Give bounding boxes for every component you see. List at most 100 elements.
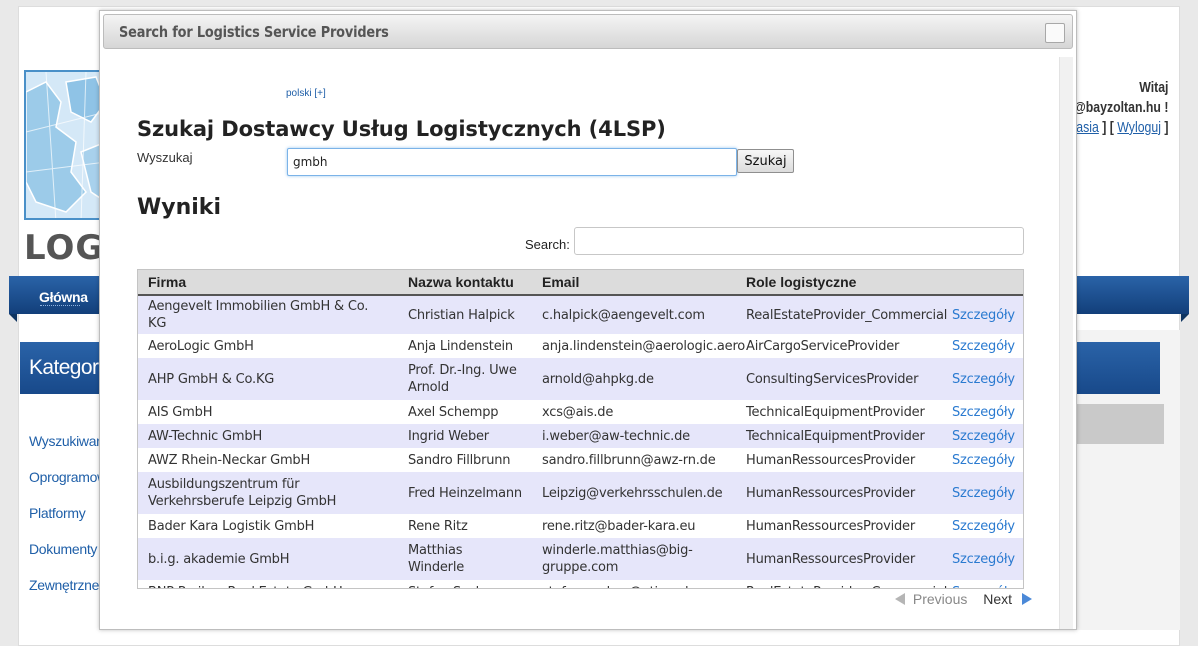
cell-company: AIS GmbH	[138, 400, 398, 424]
results-table: Firma Nazwa kontaktu Email Role logistyc…	[138, 270, 1023, 589]
right-sidebar-box	[1076, 404, 1164, 444]
cell-email: Leipzig@verkehrsschulen.de	[532, 472, 736, 514]
details-link[interactable]: Szczegóły	[952, 308, 1015, 323]
cell-details: Szczegóły	[942, 448, 1023, 472]
previous-button[interactable]: Previous	[913, 591, 967, 607]
cell-email: anja.lindenstein@aerologic.aero	[532, 334, 745, 358]
logo-map-image	[24, 70, 104, 220]
user-email: @bayzoltan.hu !	[1073, 99, 1168, 116]
column-header-firma[interactable]: Firma	[138, 270, 398, 296]
details-link[interactable]: Szczegóły	[952, 372, 1015, 387]
cell-role: HumanRessourcesProvider	[736, 538, 942, 580]
filter-input[interactable]	[574, 227, 1024, 255]
column-header-contact[interactable]: Nazwa kontaktu	[398, 270, 532, 296]
results-table-container: Firma Nazwa kontaktu Email Role logistyc…	[137, 269, 1024, 589]
table-header-row: Firma Nazwa kontaktu Email Role logistyc…	[138, 270, 1023, 296]
user-account-link[interactable]: asia	[1076, 119, 1099, 136]
table-row: BNP Paribas Real Estate GmbHStefan Sachs…	[138, 580, 1023, 589]
nav-item-home[interactable]: Główna	[39, 289, 88, 305]
cell-contact: Rene Ritz	[398, 514, 532, 538]
cell-details: Szczegóły	[942, 358, 1023, 400]
previous-arrow-icon[interactable]	[895, 593, 905, 605]
language-link[interactable]: polski [+]	[286, 88, 326, 99]
search-button[interactable]: Szukaj	[737, 149, 794, 173]
table-row: AHP GmbH & Co.KG Prof. Dr.-Ing. Uwe Arnol…	[138, 358, 1023, 400]
cell-contact: Matthias Winderle	[398, 538, 532, 580]
cell-company: AHP GmbH & Co.KG	[138, 358, 398, 400]
cell-contact: Axel Schempp	[398, 400, 532, 424]
cell-details: Szczegóły	[942, 514, 1023, 538]
cell-details: Szczegóły	[942, 295, 1023, 334]
table-row: b.i.g. akademie GmbH Matthias Winderle win…	[138, 538, 1023, 580]
column-header-actions	[942, 270, 1023, 296]
sidebar-link[interactable]: Oprogramow	[29, 459, 107, 495]
search-input[interactable]	[287, 148, 737, 176]
dialog-scrollbar[interactable]	[1059, 57, 1073, 629]
table-row: Bader Kara Logistik GmbH Rene Ritz rene.ri…	[138, 514, 1023, 538]
cell-contact: Ingrid Weber	[398, 424, 532, 448]
cell-details: Szczegóły	[942, 424, 1023, 448]
cell-email: rene.ritz@bader-kara.eu	[532, 514, 736, 538]
table-row: AWZ Rhein-Neckar GmbH Sandro Fillbrunn san…	[138, 448, 1023, 472]
cell-email: i.weber@aw-technic.de	[532, 424, 736, 448]
sidebar-link[interactable]: Zewnętrzne	[29, 567, 107, 603]
column-header-email[interactable]: Email	[532, 270, 736, 296]
cell-company: AW-Technic GmbH	[138, 424, 398, 448]
cell-contact: Stefan Sachse	[398, 580, 532, 588]
details-link[interactable]: Szczegóły	[952, 519, 1015, 534]
cell-email: stefan.sachse@atisreal.com	[532, 580, 736, 588]
cell-company: BNP Paribas Real Estate GmbH	[138, 580, 398, 588]
details-link[interactable]: Szczegóły	[952, 339, 1015, 354]
search-dialog: Search for Logistics Service Providers p…	[99, 10, 1077, 630]
cell-company: b.i.g. akademie GmbH	[138, 538, 398, 580]
cell-role: HumanRessourcesProvider	[736, 514, 942, 538]
sidebar-links: Wyszukiwan Oprogramow Platformy Dokument…	[29, 423, 107, 603]
cell-company: AWZ Rhein-Neckar GmbH	[138, 448, 398, 472]
table-row: AeroLogic GmbH Anja Lindenstein anja.linde…	[138, 334, 1023, 358]
logout-link[interactable]: Wyloguj	[1117, 119, 1161, 136]
next-arrow-icon[interactable]	[1021, 593, 1032, 605]
results-heading: Wyniki	[137, 195, 221, 220]
cell-contact: Anja Lindenstein	[398, 334, 532, 358]
filter-label: Search:	[525, 237, 570, 252]
cell-contact: Christian Halpick	[398, 295, 532, 334]
details-link[interactable]: Szczegóły	[952, 453, 1015, 468]
dialog-titlebar[interactable]: Search for Logistics Service Providers	[103, 14, 1073, 49]
cell-company: Aengevelt Immobilien GmbH & Co. KG	[138, 295, 398, 334]
table-row: Ausbildungszentrum für Verkehrsberufe Le…	[138, 472, 1023, 514]
close-button[interactable]	[1045, 23, 1065, 43]
user-info: Witaj @bayzoltan.hu ! asia ] [ Wyloguj ]	[1073, 78, 1168, 138]
column-header-role[interactable]: Role logistyczne	[736, 270, 942, 296]
cell-email: arnold@ahpkg.de	[532, 358, 736, 400]
cell-email: sandro.fillbrunn@awz-rn.de	[532, 448, 736, 472]
cell-role: RealEstateProvider_Commercial	[736, 295, 947, 334]
table-row: AIS GmbH Axel Schempp xcs@ais.de TechnicalE…	[138, 400, 1023, 424]
details-link[interactable]: Szczegóły	[952, 585, 1015, 589]
cell-company: AeroLogic GmbH	[138, 334, 398, 358]
cell-details: Szczegóły	[942, 334, 1023, 358]
cell-email: xcs@ais.de	[532, 400, 736, 424]
details-link[interactable]: Szczegóły	[952, 486, 1015, 501]
cell-details: Szczegóły	[942, 400, 1023, 424]
sidebar-link[interactable]: Wyszukiwan	[29, 423, 107, 459]
cell-contact: Fred Heinzelmann	[398, 472, 532, 514]
pagination: Previous Next	[895, 591, 1032, 607]
next-button[interactable]: Next	[983, 591, 1012, 607]
cell-role: TechnicalEquipmentProvider	[736, 424, 942, 448]
category-header: Kategorie	[20, 342, 114, 394]
cell-role: RealEstateProvider_Commercial	[736, 580, 947, 588]
cell-contact: Prof. Dr.-Ing. Uwe Arnold	[398, 358, 532, 400]
page-title: Szukaj Dostawcy Usług Logistycznych (4LS…	[137, 117, 666, 141]
sidebar-link[interactable]: Dokumenty l	[29, 531, 107, 567]
details-link[interactable]: Szczegóły	[952, 405, 1015, 420]
user-links: asia ] [ Wyloguj ]	[1075, 119, 1168, 136]
cell-role: ConsultingServicesProvider	[736, 358, 942, 400]
cell-details: Szczegóły	[942, 538, 1023, 580]
cell-email: winderle.matthias@big-gruppe.com	[532, 538, 736, 580]
cell-role: HumanRessourcesProvider	[736, 448, 942, 472]
right-sidebar-header	[1076, 342, 1160, 394]
sidebar-link[interactable]: Platformy	[29, 495, 107, 531]
table-row: Aengevelt Immobilien GmbH & Co. KG Christ…	[138, 295, 1023, 334]
details-link[interactable]: Szczegóły	[952, 429, 1015, 444]
details-link[interactable]: Szczegóły	[952, 552, 1015, 567]
